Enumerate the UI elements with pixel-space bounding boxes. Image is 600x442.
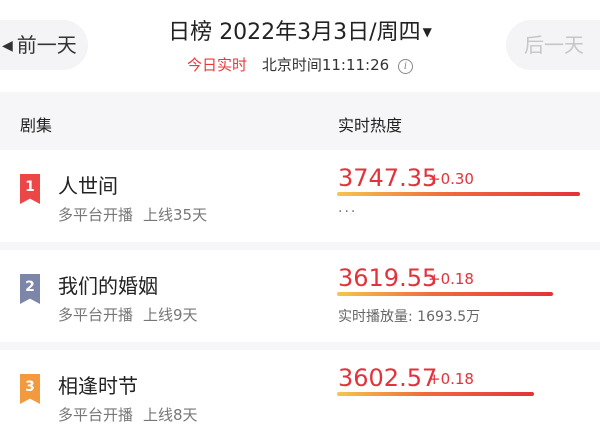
- online-days: 上线8天: [143, 406, 198, 424]
- title-column-header: 剧集: [20, 116, 53, 135]
- info-icon[interactable]: i: [397, 59, 413, 74]
- heat-score: 3602.57: [338, 364, 438, 392]
- heat-bar: [337, 292, 553, 296]
- more-dots: ···: [338, 204, 358, 220]
- rank-badge: 1: [20, 174, 40, 204]
- online-days: 上线9天: [143, 306, 198, 324]
- heat-column-header: 实时热度: [338, 116, 403, 135]
- heat-delta: +0.30: [428, 170, 474, 188]
- date-label: 2022年3月3日/周四: [219, 20, 421, 45]
- rank-badge: 3: [20, 374, 40, 404]
- platform-label: 多平台开播: [58, 306, 134, 324]
- list-item[interactable]: 1 人世间 多平台开播 上线35天 3747.35 +0.30 ···: [0, 150, 600, 242]
- show-meta: 多平台开播 上线9天: [58, 304, 198, 325]
- heat-bar: [337, 192, 580, 196]
- list-item[interactable]: 3 相逢时节 多平台开播 上线8天 3602.57 +0.18: [0, 350, 600, 442]
- column-header: 剧集 实时热度: [0, 92, 600, 150]
- dropdown-triangle-icon: ▼: [422, 25, 432, 39]
- heat-delta: +0.18: [428, 270, 474, 288]
- clock-time: 11:11:26: [321, 56, 390, 74]
- heat-bar: [337, 392, 534, 396]
- board-name: 日榜: [168, 20, 213, 45]
- show-title: 相逢时节: [58, 374, 138, 398]
- show-meta: 多平台开播 上线35天: [58, 204, 207, 225]
- row-divider: [0, 242, 600, 250]
- header: ◀ 前一天 日榜 2022年3月3日/周四 ▼ 后一天 今日实时 北京时间11:11…: [0, 0, 600, 92]
- list-item[interactable]: 2 我们的婚姻 多平台开播 上线9天 3619.55 +0.18 实时播放量: 1…: [0, 250, 600, 342]
- play-count: 实时播放量: 1693.5万: [338, 309, 481, 325]
- realtime-label: 今日实时: [187, 56, 248, 74]
- heat-score: 3747.35: [338, 164, 438, 192]
- platform-label: 多平台开播: [58, 206, 134, 224]
- platform-label: 多平台开播: [58, 406, 134, 424]
- rank-badge: 2: [20, 274, 40, 304]
- heat-score: 3619.55: [338, 264, 438, 292]
- online-days: 上线35天: [143, 206, 208, 224]
- show-meta: 多平台开播 上线8天: [58, 404, 198, 425]
- clock-label: 北京时间: [261, 56, 322, 74]
- heat-delta: +0.18: [428, 370, 474, 388]
- realtime-row: 今日实时 北京时间11:11:26 i: [0, 54, 600, 75]
- show-title: 我们的婚姻: [58, 274, 158, 298]
- show-title: 人世间: [58, 174, 118, 198]
- row-divider: [0, 342, 600, 350]
